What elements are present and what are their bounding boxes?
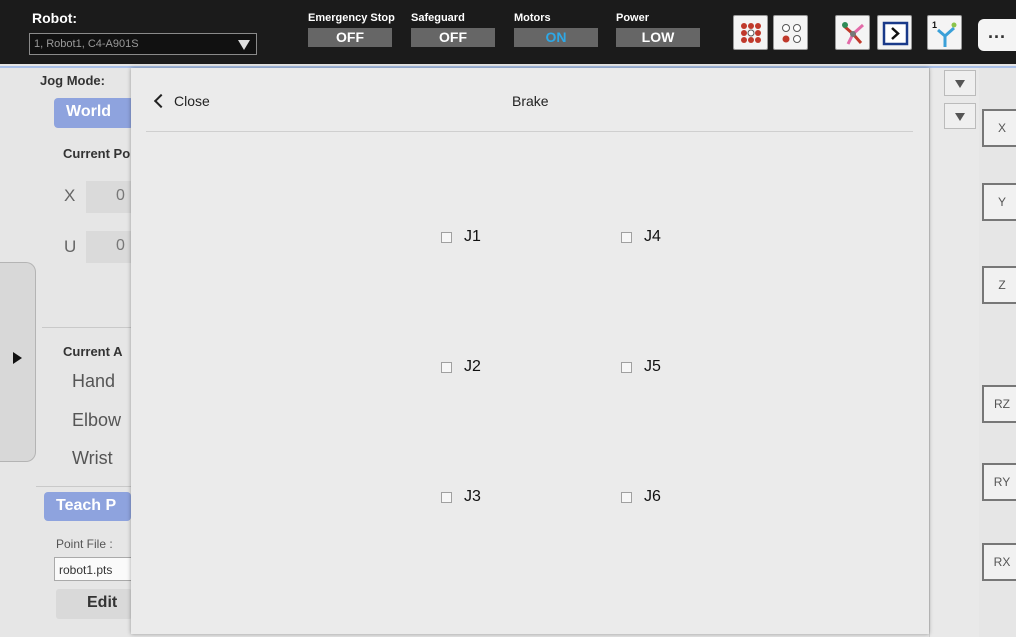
edit-button-label: Edit: [87, 594, 118, 611]
robot-select[interactable]: 1, Robot1, C4-A901S: [29, 33, 257, 55]
joint-label: J3: [464, 488, 481, 505]
status-label: Motors: [514, 12, 551, 24]
robot-label: Robot:: [32, 10, 78, 26]
divider: [36, 486, 131, 487]
point-file-value: robot1.pts: [59, 563, 113, 577]
dialog-title: Brake: [512, 93, 549, 109]
jog-y-button[interactable]: Y: [982, 183, 1016, 221]
dialog-header: Close Brake: [146, 68, 913, 132]
joint-label: J6: [644, 488, 661, 505]
status-value: OFF: [411, 28, 495, 47]
u-value: 0: [116, 237, 125, 254]
robot-select-value: 1, Robot1, C4-A901S: [34, 38, 139, 50]
chevron-left-icon: [153, 93, 169, 109]
x-value: 0: [116, 187, 125, 204]
elbow-label: Elbow: [72, 410, 122, 430]
status-value: LOW: [616, 28, 700, 47]
svg-text:1: 1: [932, 20, 937, 30]
brake-checkbox-j2[interactable]: J2: [441, 358, 481, 376]
checkbox-icon: [621, 361, 632, 373]
hand-label: Hand: [72, 371, 116, 391]
joint-label: J1: [464, 228, 481, 245]
joint-label: J5: [644, 358, 661, 375]
command-window-icon[interactable]: [877, 15, 912, 50]
dropdown-arrow-icon: [238, 40, 250, 50]
current-position-label: Current Po: [63, 146, 131, 161]
current-arm-label: Current A: [63, 344, 123, 359]
u-value-field: 0: [86, 231, 131, 263]
dropdown-arrow-icon: [955, 80, 965, 88]
jog-rz-button[interactable]: RZ: [982, 385, 1016, 423]
status-label: Safeguard: [411, 12, 465, 24]
joint-label: J4: [644, 228, 661, 245]
brake-checkbox-j5[interactable]: J5: [621, 358, 661, 376]
divider: [42, 327, 131, 328]
robot-simulator-icon[interactable]: [835, 15, 870, 50]
side-panel-toggle[interactable]: [0, 262, 36, 462]
joint-label: J2: [464, 358, 481, 375]
world-mode-button[interactable]: World: [54, 98, 134, 128]
edit-button[interactable]: Edit: [56, 589, 132, 619]
point-file-select[interactable]: robot1.pts: [54, 557, 132, 581]
u-axis-label: U: [64, 237, 77, 256]
checkbox-icon: [441, 491, 452, 503]
right-dropdown-top[interactable]: [944, 70, 976, 96]
app-window: Robot: 1, Robot1, C4-A901S Emergency Sto…: [0, 0, 1016, 637]
point-file-label: Point File :: [56, 537, 113, 551]
dropdown-arrow-icon: [955, 113, 965, 121]
x-axis-label: X: [64, 186, 76, 205]
status-value: ON: [514, 28, 598, 47]
checkbox-icon: [441, 231, 452, 243]
right-dropdown-second[interactable]: [944, 103, 976, 129]
brake-dialog: Close Brake J1 J2 J3 J4 J5 J6: [131, 68, 929, 634]
checkbox-icon: [441, 361, 452, 373]
io-status-icon[interactable]: [773, 15, 808, 50]
emergency-stop-status: Emergency Stop OFF: [308, 12, 395, 47]
jog-ry-button[interactable]: RY: [982, 463, 1016, 501]
top-bar: Robot: 1, Robot1, C4-A901S Emergency Sto…: [0, 0, 1016, 64]
jog-teach-icon[interactable]: 1: [927, 15, 962, 50]
brake-checkbox-j3[interactable]: J3: [441, 488, 481, 506]
jog-x-button[interactable]: X: [982, 109, 1016, 147]
close-button[interactable]: Close: [153, 90, 210, 112]
jog-z-button[interactable]: Z: [982, 266, 1016, 304]
motors-status: Motors ON: [514, 12, 598, 47]
brake-checkbox-j1[interactable]: J1: [441, 228, 481, 246]
status-label: Emergency Stop: [308, 12, 395, 24]
io-monitor-icon[interactable]: [733, 15, 768, 50]
power-status: Power LOW: [616, 12, 700, 47]
jog-mode-label: Jog Mode:: [40, 73, 105, 88]
status-label: Power: [616, 12, 650, 24]
safeguard-status: Safeguard OFF: [411, 12, 495, 47]
close-label: Close: [174, 93, 210, 109]
x-value-field: 0: [86, 181, 131, 213]
wrist-label: Wrist: [72, 448, 113, 468]
checkbox-icon: [621, 231, 632, 243]
jog-rx-button[interactable]: RX: [982, 543, 1016, 581]
more-menu-button[interactable]: ...: [978, 19, 1016, 51]
status-value: OFF: [308, 28, 392, 47]
checkbox-icon: [621, 491, 632, 503]
teach-points-tab[interactable]: Teach P: [44, 492, 131, 521]
brake-checkbox-j4[interactable]: J4: [621, 228, 661, 246]
right-panel: [929, 68, 979, 637]
brake-checkbox-j6[interactable]: J6: [621, 488, 661, 506]
play-arrow-icon: [13, 352, 22, 364]
